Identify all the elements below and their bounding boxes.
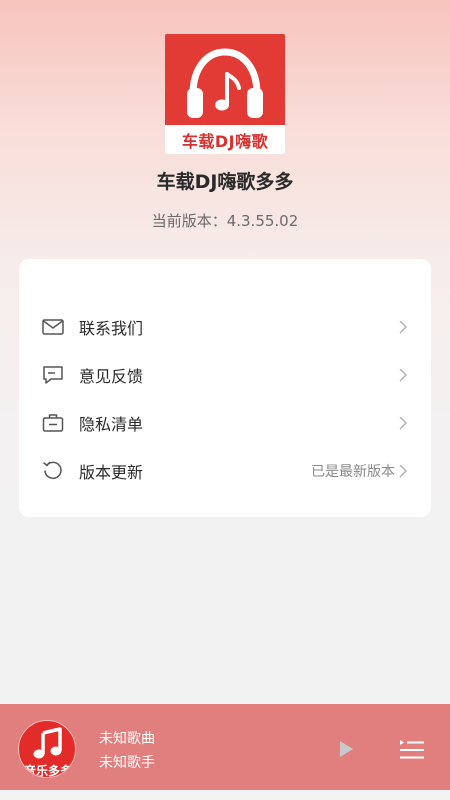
chevron-right-icon	[399, 320, 409, 334]
briefcase-icon	[41, 411, 65, 435]
menu-item-privacy-list[interactable]: 隐私清单	[19, 399, 431, 447]
menu-item-version-update[interactable]: 版本更新 已是最新版本	[19, 447, 431, 495]
menu-item-contact-us[interactable]: 联系我们	[19, 303, 431, 351]
app-version: 当前版本：4.3.55.02	[151, 212, 299, 230]
refresh-icon	[41, 459, 65, 483]
app-logo: 车载DJ嗨歌	[165, 34, 285, 154]
playlist-button[interactable]	[399, 738, 425, 760]
logo-text: 车载DJ嗨歌	[181, 131, 269, 151]
mail-icon	[41, 315, 65, 339]
version-status-text: 已是最新版本	[311, 464, 395, 480]
chevron-right-icon	[399, 464, 409, 478]
menu-item-feedback[interactable]: 意见反馈	[19, 351, 431, 399]
settings-menu-card: 联系我们 意见反馈 隐私清单 版本更新 已是最新版本	[19, 259, 431, 517]
app-name: 车载DJ嗨歌多多	[156, 171, 294, 193]
menu-item-label: 隐私清单	[79, 415, 144, 434]
cover-text: 音乐多多	[23, 764, 72, 778]
chevron-right-icon	[399, 416, 409, 430]
play-button[interactable]	[336, 739, 356, 759]
mini-player-bar[interactable]: 音乐多多 未知歌曲 未知歌手	[0, 704, 450, 790]
song-artist: 未知歌手	[99, 755, 155, 771]
menu-item-label: 版本更新	[79, 463, 144, 482]
logo-band: 车载DJ嗨歌	[165, 125, 285, 154]
song-title: 未知歌曲	[99, 731, 155, 747]
headphone-music-icon	[187, 48, 263, 118]
menu-item-label: 联系我们	[79, 319, 144, 338]
chat-icon	[41, 363, 65, 387]
play-icon	[340, 741, 353, 757]
chevron-right-icon	[399, 368, 409, 382]
music-note-icon	[33, 727, 62, 759]
album-cover[interactable]: 音乐多多	[18, 720, 76, 778]
playlist-icon	[400, 740, 424, 759]
bottom-safe-area	[0, 790, 450, 800]
menu-item-label: 意见反馈	[79, 367, 144, 386]
